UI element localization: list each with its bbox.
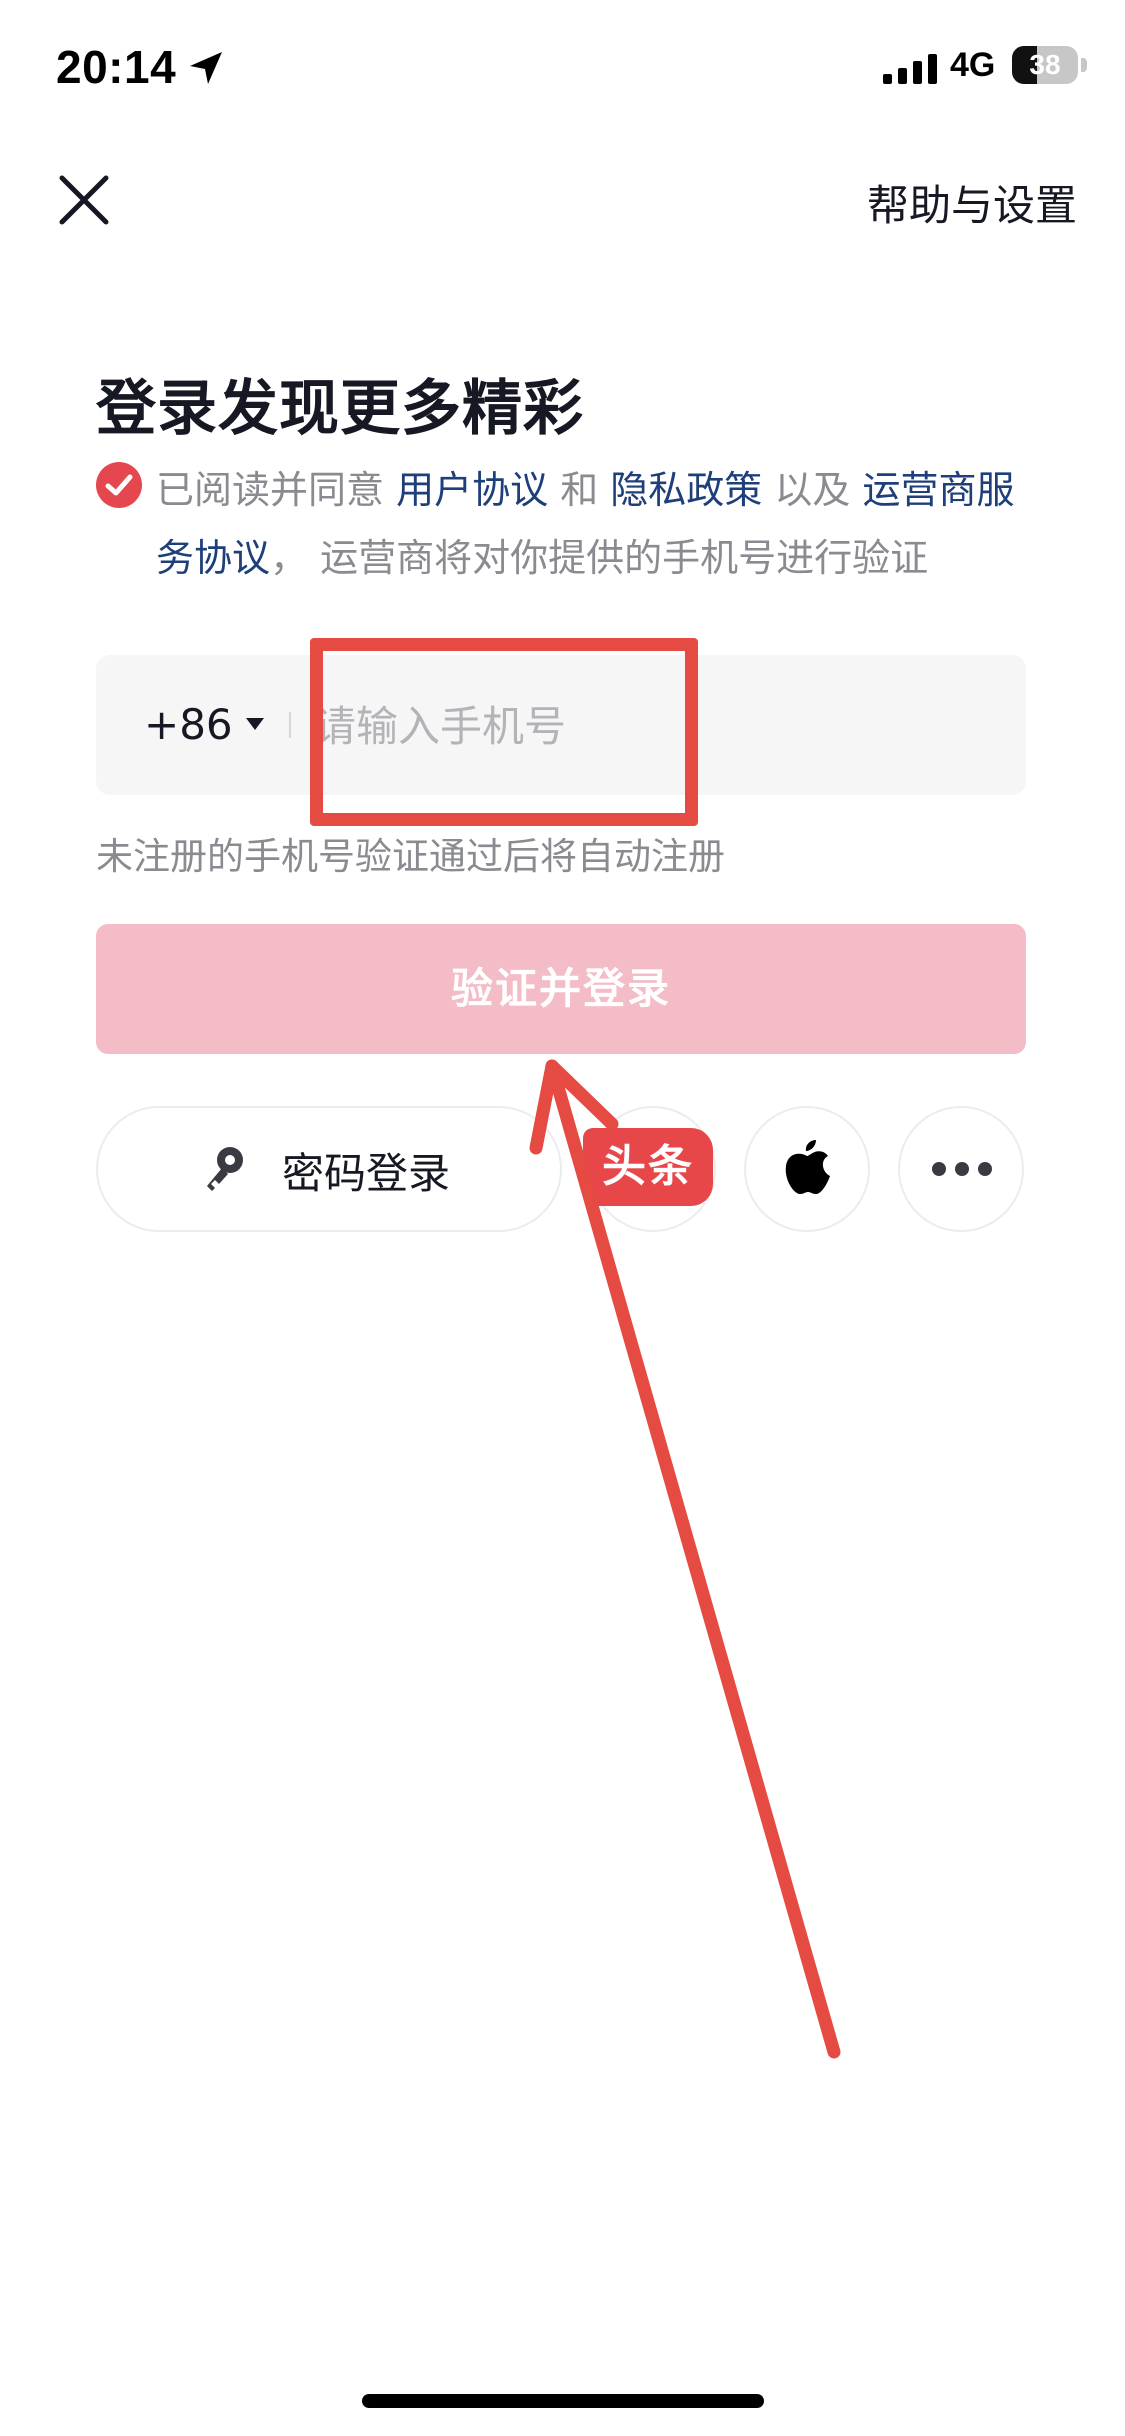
caret-down-icon[interactable] <box>244 716 266 732</box>
battery-level-text: 38 <box>1029 49 1061 80</box>
key-icon <box>207 1147 243 1191</box>
status-time: 20:14 <box>56 41 177 93</box>
agreement-text: 已阅读并同意 用户协议 和 隐私政策 以及 运营商服务协议， 运营商将对你提供的… <box>156 456 1016 592</box>
toutiao-logo[interactable]: 头条 <box>583 1128 713 1206</box>
check-icon <box>105 474 133 496</box>
field-divider <box>289 712 291 738</box>
agreement-suffix: ， 运营商将对你提供的手机号进行验证 <box>270 536 929 580</box>
privacy-policy-link[interactable]: 隐私政策 <box>610 468 762 512</box>
help-settings-link[interactable]: 帮助与设置 <box>867 172 1077 233</box>
battery-tip <box>1081 58 1087 72</box>
more-icon <box>932 1162 992 1176</box>
password-login-label: 密码登录 <box>282 1149 451 1198</box>
agreement-as-well-as: 以及 <box>762 468 863 512</box>
annotation-highlight-box <box>310 638 698 826</box>
user-agreement-link[interactable]: 用户协议 <box>396 468 548 512</box>
country-code-selector[interactable]: +86 <box>144 700 233 749</box>
auto-register-hint: 未注册的手机号验证通过后将自动注册 <box>96 835 725 878</box>
verify-login-button[interactable]: 验证并登录 <box>96 924 1026 1054</box>
network-label: 4G <box>950 46 996 84</box>
agreement-prefix: 已阅读并同意 <box>156 468 397 512</box>
agreement-and: 和 <box>548 468 611 512</box>
agreement-checkbox[interactable] <box>96 462 142 508</box>
signal-icon <box>883 54 937 84</box>
apple-icon <box>785 1140 830 1194</box>
battery-icon: 38 <box>1012 46 1078 84</box>
home-indicator[interactable] <box>362 2394 764 2408</box>
page-title: 登录发现更多精彩 <box>96 374 584 444</box>
location-arrow-icon <box>190 52 222 84</box>
close-icon[interactable] <box>52 168 116 232</box>
